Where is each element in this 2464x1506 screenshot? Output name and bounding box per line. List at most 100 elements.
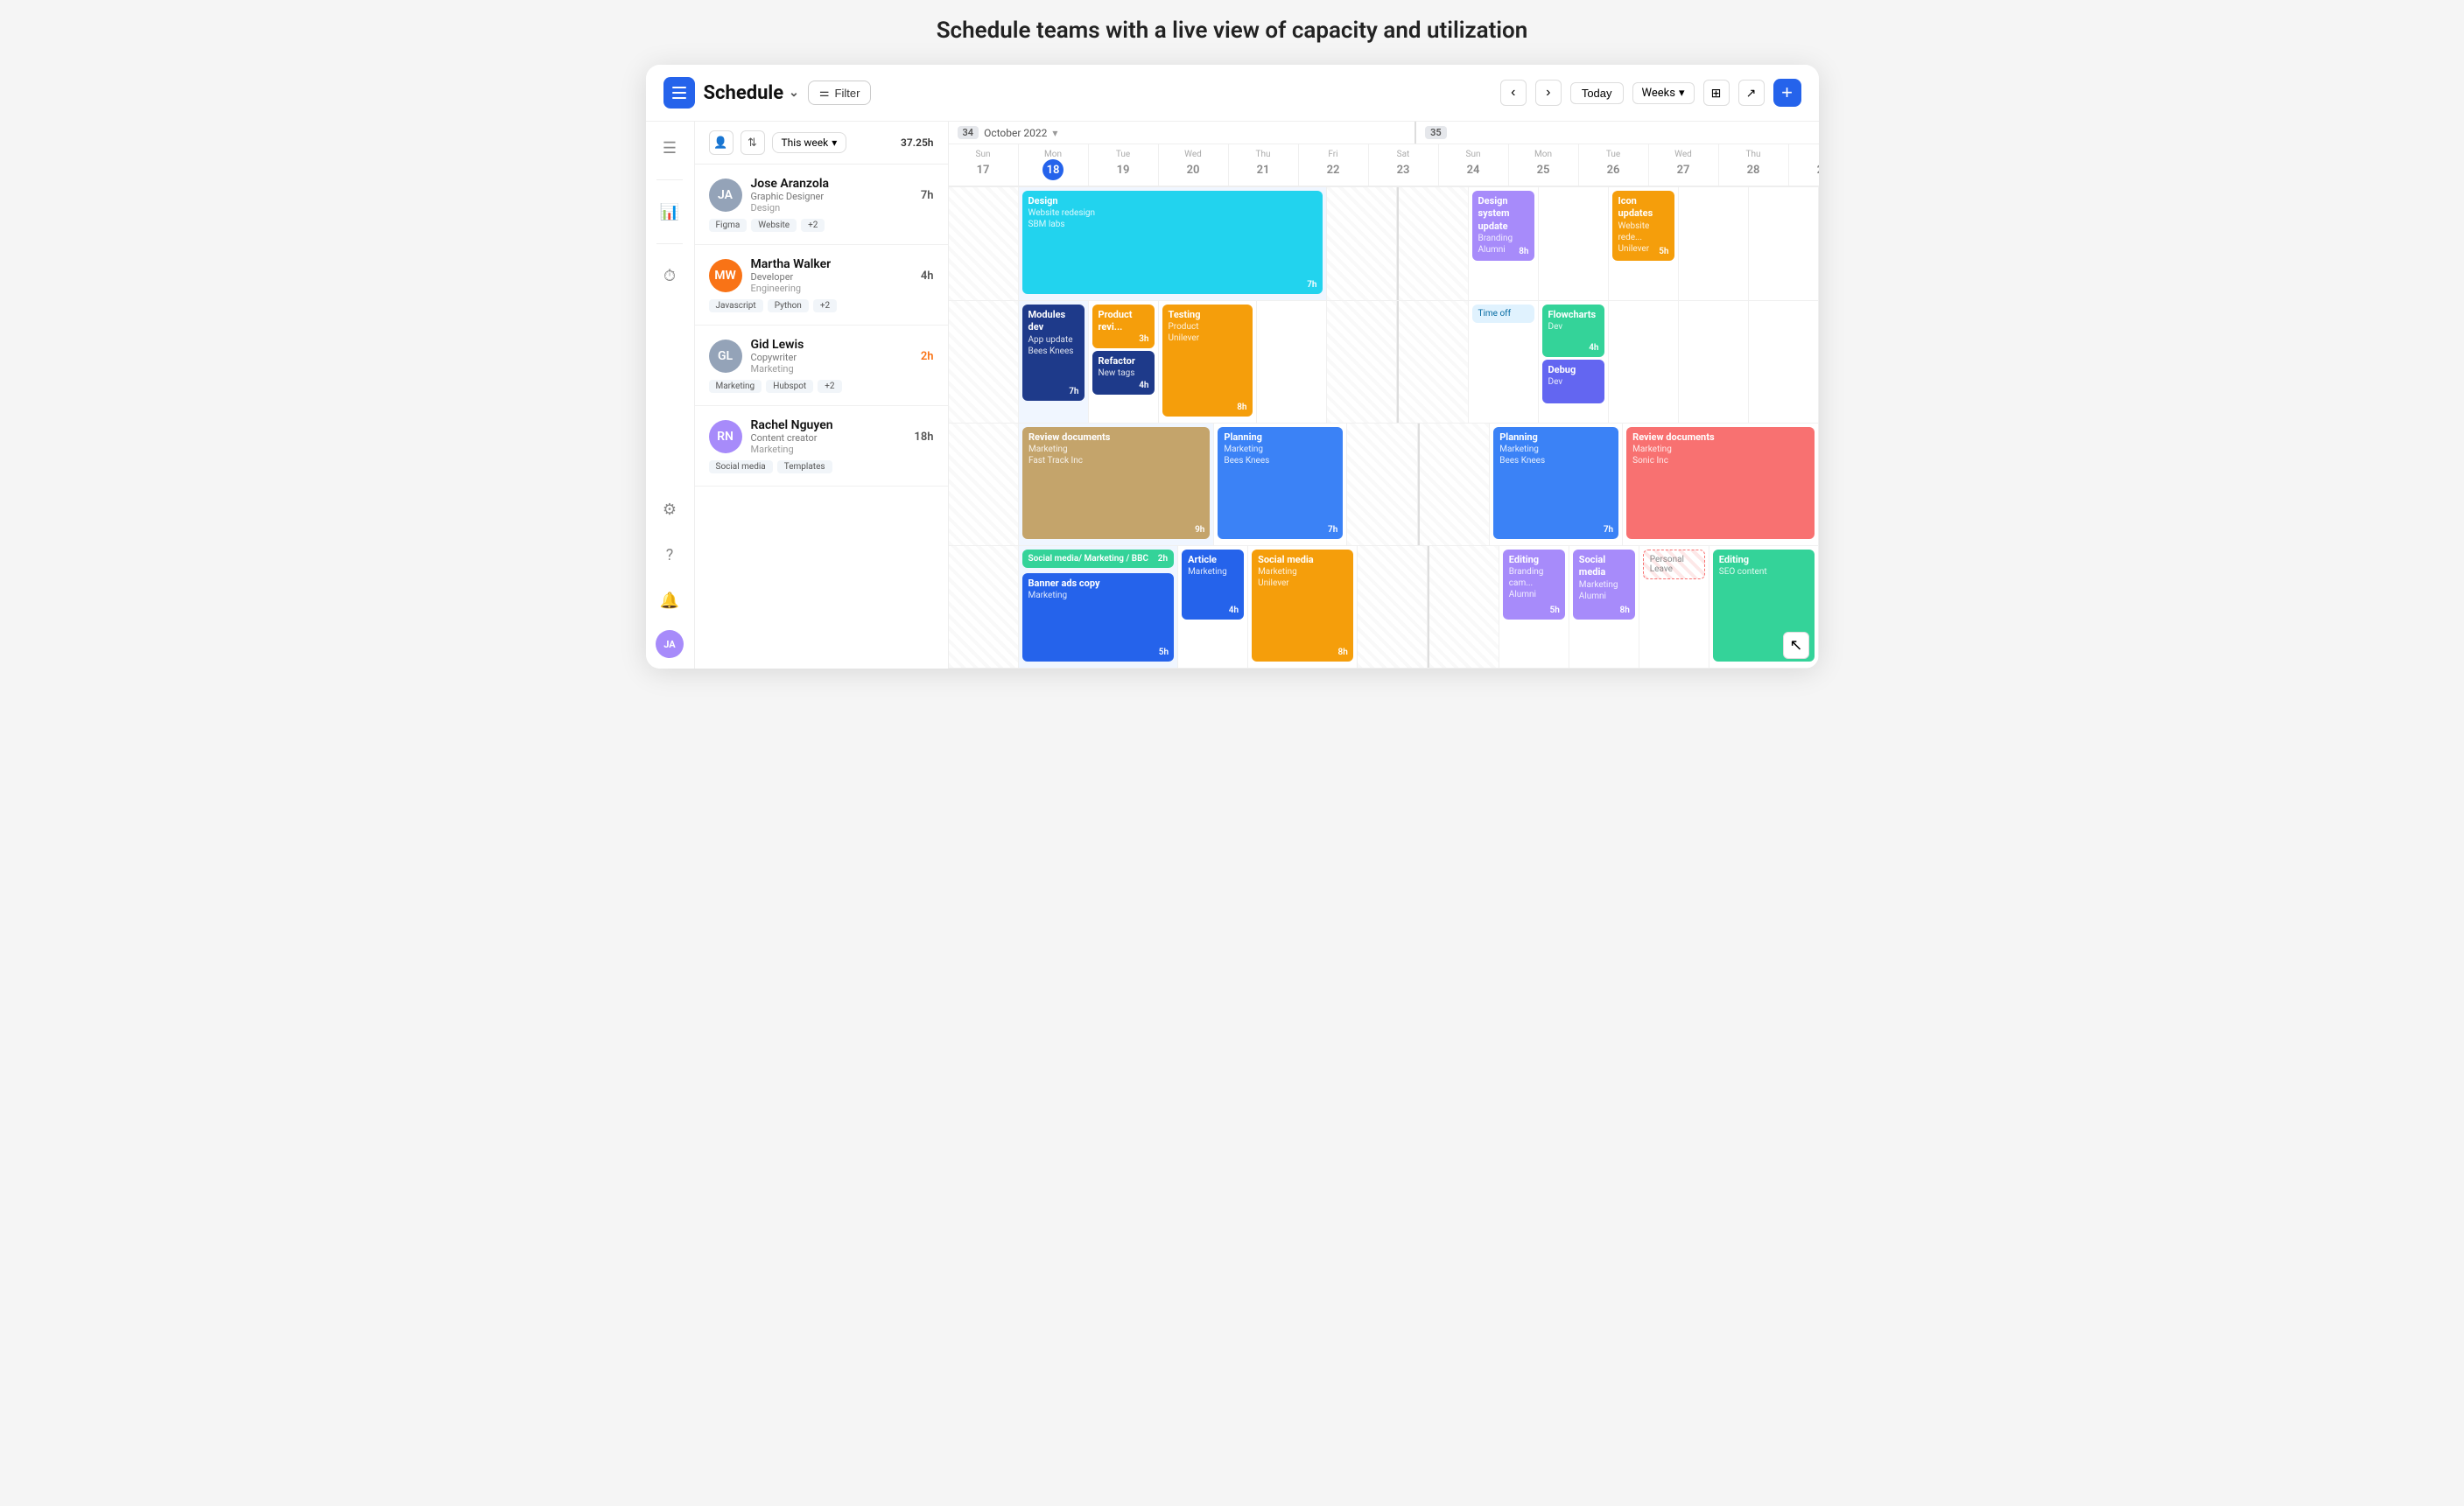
- week34-label: 34 October 2022 ▾: [949, 122, 1415, 144]
- sidebar-clock-icon[interactable]: ⏱: [654, 260, 685, 291]
- task-rachel-social-media[interactable]: Social media Marketing Unilever 8h: [1252, 550, 1353, 662]
- cell-rachel-sun17[interactable]: [949, 546, 1019, 668]
- people-icon[interactable]: 👤: [709, 130, 734, 155]
- task-jose-design[interactable]: Design Website redesign SBM labs 7h: [1022, 191, 1323, 294]
- next-button[interactable]: ›: [1535, 80, 1562, 106]
- task-rachel-banner[interactable]: Banner ads copy Marketing 5h: [1022, 573, 1175, 662]
- day-thu28: Thu 28: [1719, 144, 1789, 186]
- add-button[interactable]: +: [1773, 79, 1801, 107]
- filter-icon: ⚌: [819, 86, 830, 100]
- cell-rachel-wed27[interactable]: Personal Leave: [1639, 546, 1709, 668]
- week-select[interactable]: This week ▾: [772, 132, 847, 153]
- task-rachel-social[interactable]: Social media/ Marketing / BBC 2h: [1022, 550, 1175, 568]
- task-rachel-editing[interactable]: Editing Branding cam... Alumni 5h: [1503, 550, 1565, 620]
- task-gid-review-sonic[interactable]: Review documents Marketing Sonic Inc: [1626, 427, 1814, 539]
- cell-rachel-thu21[interactable]: Social media Marketing Unilever 8h: [1248, 546, 1358, 668]
- cell-martha-sun17[interactable]: [949, 301, 1019, 423]
- cell-jose-mon25[interactable]: Design system update Branding Alumni 8h: [1469, 187, 1539, 300]
- cell-martha-fri29[interactable]: [1749, 301, 1819, 423]
- sort-icon[interactable]: ⇅: [741, 130, 765, 155]
- sidebar-settings-icon[interactable]: ⚙: [654, 494, 685, 525]
- cell-gid-sun24[interactable]: [1420, 424, 1490, 545]
- weeks-dropdown[interactable]: Weeks ▾: [1632, 82, 1695, 104]
- cell-gid-thu21[interactable]: Planning Marketing Bees Knees 7h: [1214, 424, 1347, 545]
- person-role-martha: Developer: [751, 271, 912, 283]
- sidebar-avatar[interactable]: JA: [656, 630, 684, 658]
- person-name-martha: Martha Walker: [751, 257, 912, 271]
- cell-gid-mon25[interactable]: Planning Marketing Bees Knees 7h: [1490, 424, 1623, 545]
- cell-martha-mon18[interactable]: Modules dev App update Bees Knees 7h: [1019, 301, 1089, 423]
- cell-martha-wed20[interactable]: Testing Product Unilever 8h: [1159, 301, 1257, 423]
- avatar-gid: GL: [709, 340, 742, 373]
- app-container: Schedule ⌄ ⚌ Filter ‹ › Today Weeks ▾ ⊞ …: [646, 65, 1819, 669]
- expand-button[interactable]: ↗: [1738, 80, 1765, 106]
- person-tags-gid: Marketing Hubspot +2: [709, 380, 934, 393]
- cell-jose-mon18[interactable]: Design Website redesign SBM labs 7h: [1019, 187, 1327, 300]
- task-gid-review-docs[interactable]: Review documents Marketing Fast Track In…: [1022, 427, 1210, 539]
- task-gid-planning[interactable]: Planning Marketing Bees Knees 7h: [1218, 427, 1343, 539]
- task-martha-flowcharts[interactable]: Flowcharts Dev 4h: [1542, 305, 1604, 357]
- cell-rachel-thu28[interactable]: Editing SEO content ↖: [1709, 546, 1819, 668]
- person-hours-martha: 4h: [921, 270, 934, 283]
- cell-jose-thu28[interactable]: [1679, 187, 1749, 300]
- task-jose-icon-updates[interactable]: Icon updates Website rede... Unilever 5h: [1612, 191, 1674, 261]
- sidebar-icons: ☰ 📊 ⏱ ⚙ ? 🔔 JA: [646, 122, 695, 669]
- cell-gid-sat23[interactable]: [1347, 424, 1417, 545]
- cell-jose-wed27[interactable]: Icon updates Website rede... Unilever 5h: [1609, 187, 1679, 300]
- today-button[interactable]: Today: [1570, 82, 1624, 104]
- cell-rachel-wed20[interactable]: Article Marketing 4h: [1178, 546, 1248, 668]
- cursor-icon[interactable]: ↖: [1783, 632, 1808, 659]
- person-name-gid: Gid Lewis: [751, 338, 912, 352]
- day-wed27: Wed 27: [1649, 144, 1719, 186]
- task-martha-refactor[interactable]: Refactor New tags 4h: [1092, 351, 1155, 395]
- cell-rachel-sat23[interactable]: [1358, 546, 1428, 668]
- cell-rachel-mon25[interactable]: Editing Branding cam... Alumni 5h: [1499, 546, 1569, 668]
- cell-martha-tue19[interactable]: Product revi... 3h Refactor New tags 4h: [1089, 301, 1159, 423]
- cell-gid-sun17[interactable]: [949, 424, 1019, 545]
- cell-martha-sun24[interactable]: [1399, 301, 1469, 423]
- cell-rachel-tue26[interactable]: Social media Marketing Alumni 8h: [1569, 546, 1639, 668]
- task-martha-modules-dev[interactable]: Modules dev App update Bees Knees 7h: [1022, 305, 1085, 401]
- cell-gid-wed27[interactable]: Review documents Marketing Sonic Inc: [1623, 424, 1818, 545]
- cell-martha-mon25[interactable]: Time off: [1469, 301, 1539, 423]
- cell-martha-fri22[interactable]: [1257, 301, 1327, 423]
- cell-jose-sat23[interactable]: [1327, 187, 1397, 300]
- cell-martha-tue26[interactable]: Flowcharts Dev 4h Debug Dev: [1539, 301, 1609, 423]
- sidebar-list-icon[interactable]: ☰: [654, 132, 685, 164]
- menu-button[interactable]: [663, 77, 695, 109]
- week-select-chevron: ▾: [832, 137, 837, 149]
- person-card-martha: MW Martha Walker Developer Engineering 4…: [695, 245, 948, 326]
- prev-button[interactable]: ‹: [1500, 80, 1527, 106]
- person-tags-rachel: Social media Templates: [709, 460, 934, 473]
- task-martha-debug[interactable]: Debug Dev: [1542, 360, 1604, 403]
- grid-view-button[interactable]: ⊞: [1703, 80, 1730, 106]
- sidebar-chart-icon[interactable]: 📊: [654, 196, 685, 228]
- cell-rachel-mon18[interactable]: Social media/ Marketing / BBC 2h Banner …: [1019, 546, 1179, 668]
- schedule-title: Schedule ⌄: [704, 82, 799, 104]
- cell-jose-tue26[interactable]: [1539, 187, 1609, 300]
- task-jose-design-system[interactable]: Design system update Branding Alumni 8h: [1472, 191, 1534, 261]
- day-fri29: Fri 29: [1789, 144, 1819, 186]
- task-gid-planning2[interactable]: Planning Marketing Bees Knees 7h: [1493, 427, 1618, 539]
- cell-martha-wed27[interactable]: [1609, 301, 1679, 423]
- person-hours-rachel: 18h: [914, 431, 933, 444]
- cell-martha-sat23[interactable]: [1327, 301, 1397, 423]
- filter-button[interactable]: ⚌ Filter: [808, 81, 872, 105]
- grid-row-gid: Review documents Marketing Fast Track In…: [949, 424, 1819, 546]
- cell-rachel-sun24[interactable]: [1429, 546, 1499, 668]
- cell-gid-mon18[interactable]: Review documents Marketing Fast Track In…: [1019, 424, 1214, 545]
- person-role-rachel: Content creator: [751, 432, 906, 444]
- person-details-martha: Martha Walker Developer Engineering: [751, 257, 912, 294]
- person-details-rachel: Rachel Nguyen Content creator Marketing: [751, 418, 906, 455]
- cell-martha-thu28[interactable]: [1679, 301, 1749, 423]
- cell-jose-fri29[interactable]: [1749, 187, 1819, 300]
- sidebar-bell-icon[interactable]: 🔔: [654, 585, 685, 616]
- task-rachel-article[interactable]: Article Marketing 4h: [1182, 550, 1244, 620]
- task-rachel-social2[interactable]: Social media Marketing Alumni 8h: [1573, 550, 1635, 620]
- person-card-gid: GL Gid Lewis Copywriter Marketing 2h Mar…: [695, 326, 948, 406]
- cell-jose-sun24[interactable]: [1399, 187, 1469, 300]
- task-martha-product-revi[interactable]: Product revi... 3h: [1092, 305, 1155, 348]
- task-martha-testing[interactable]: Testing Product Unilever 8h: [1162, 305, 1253, 417]
- sidebar-help-icon[interactable]: ?: [654, 539, 685, 571]
- cell-jose-sun17[interactable]: [949, 187, 1019, 300]
